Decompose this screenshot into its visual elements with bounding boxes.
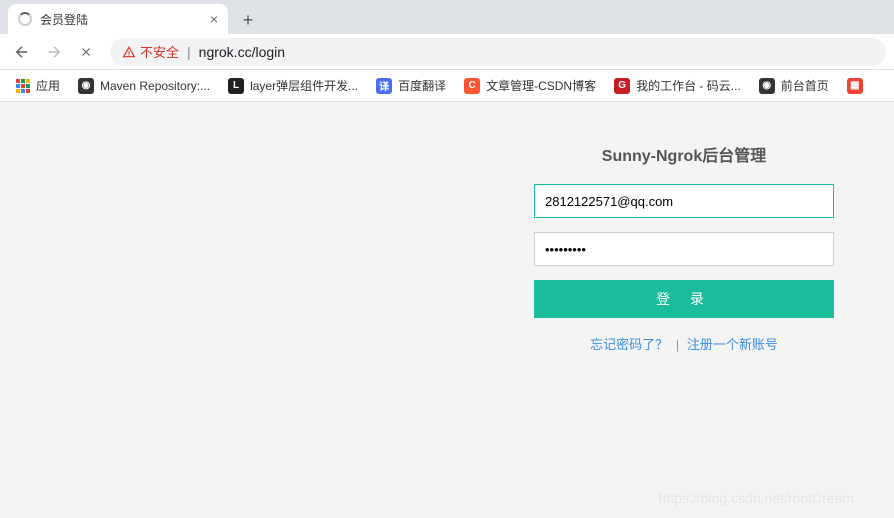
bookmarks-bar: 应用 ◉ Maven Repository:... L layer弹层组件开发.… (0, 70, 894, 102)
bookmark-layer[interactable]: L layer弹层组件开发... (220, 73, 366, 98)
new-tab-button[interactable]: + (234, 6, 262, 34)
bookmark-csdn[interactable]: C 文章管理-CSDN博客 (456, 73, 604, 98)
bookmark-baidu[interactable]: 译 百度翻译 (368, 73, 454, 98)
email-input[interactable] (534, 184, 834, 218)
close-icon[interactable]: × (210, 11, 218, 27)
url-text: ngrok.cc/login (199, 44, 285, 60)
address-bar: 不安全 | ngrok.cc/login (0, 34, 894, 70)
globe-icon: ◉ (759, 78, 775, 94)
stop-button[interactable] (72, 38, 100, 66)
loading-spinner-icon (18, 12, 32, 26)
apps-button[interactable]: 应用 (8, 73, 68, 98)
address-separator: | (187, 44, 191, 60)
login-links: 忘记密码了？ | 注册一个新账号 (534, 334, 834, 353)
warning-icon (122, 45, 136, 59)
forward-button[interactable] (40, 38, 68, 66)
address-input[interactable]: 不安全 | ngrok.cc/login (110, 38, 886, 66)
insecure-warning: 不安全 (122, 42, 179, 61)
site-icon: L (228, 78, 244, 94)
page-content: Sunny-Ngrok后台管理 登 录 忘记密码了？ | 注册一个新账号 (0, 102, 894, 518)
browser-tab[interactable]: 会员登陆 × (8, 4, 228, 34)
site-icon: C (464, 78, 480, 94)
browser-tab-bar: 会员登陆 × + (0, 0, 894, 34)
globe-icon: ◉ (78, 78, 94, 94)
login-title: Sunny-Ngrok后台管理 (534, 142, 834, 166)
password-input[interactable] (534, 232, 834, 266)
link-separator: | (676, 337, 679, 352)
site-icon: ▦ (847, 78, 863, 94)
login-button[interactable]: 登 录 (534, 280, 834, 318)
bookmark-more[interactable]: ▦ (839, 74, 871, 98)
back-button[interactable] (8, 38, 36, 66)
login-form: Sunny-Ngrok后台管理 登 录 忘记密码了？ | 注册一个新账号 (534, 142, 834, 518)
apps-icon (16, 79, 30, 93)
register-link[interactable]: 注册一个新账号 (687, 337, 778, 352)
site-icon: G (614, 78, 630, 94)
site-icon: 译 (376, 78, 392, 94)
bookmark-home[interactable]: ◉ 前台首页 (751, 73, 837, 98)
tab-title: 会员登陆 (40, 11, 88, 28)
forgot-password-link[interactable]: 忘记密码了？ (590, 337, 668, 352)
bookmark-maven[interactable]: ◉ Maven Repository:... (70, 74, 218, 98)
bookmark-gitee[interactable]: G 我的工作台 - 码云... (606, 73, 749, 98)
